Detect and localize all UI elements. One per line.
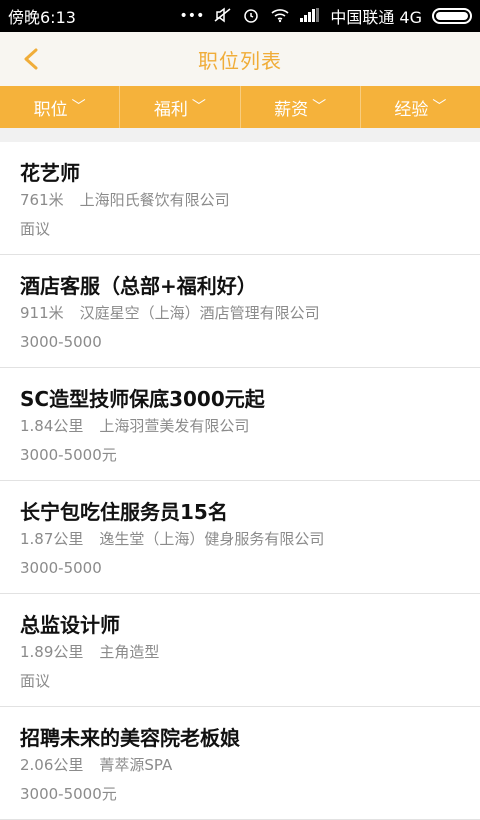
job-meta: 1.87公里 逸生堂（上海）健身服务有限公司	[20, 527, 460, 551]
back-button[interactable]	[14, 42, 48, 76]
job-distance: 1.87公里	[20, 530, 84, 548]
filter-position[interactable]: 职位 ﹀	[0, 86, 121, 128]
carrier-label: 中国联通 4G	[330, 8, 422, 27]
filter-label: 职位	[33, 99, 68, 120]
job-list: 花艺师 761米 上海阳氏餐饮有限公司 面议 酒店客服（总部+福利好） 911米汉…	[0, 142, 480, 820]
job-meta: 911米 汉庭星空（上海）酒店管理有限公司	[20, 301, 460, 325]
mute-icon	[214, 7, 232, 26]
job-title: 花艺师	[20, 161, 80, 185]
job-salary: 3000-5000	[20, 333, 102, 351]
job-company: 逸生堂（上海）健身服务有限公司	[99, 530, 325, 548]
app-header: 职位列表	[0, 32, 480, 86]
job-title: 长宁包吃住服务员15名	[20, 500, 228, 524]
alarm-icon	[242, 6, 260, 27]
job-salary: 3000-5000	[20, 559, 102, 577]
job-salary: 面议	[20, 220, 51, 238]
filter-label: 经验	[394, 99, 429, 120]
filter-label: 福利	[153, 99, 188, 120]
job-title: 总监设计师	[20, 613, 120, 637]
job-list-item[interactable]: SC造型技师保底3000元起 1.84公里 上海羽萱美发有限公司 3000-500…	[0, 368, 480, 481]
filter-label: 薪资	[274, 99, 309, 120]
battery-icon	[432, 8, 472, 24]
page-title: 职位列表	[198, 48, 282, 73]
job-list-item[interactable]: 总监设计师 1.89公里 主角造型 面议	[0, 594, 480, 707]
status-bar: 傍晚6:13 ••• 中国联通 4G	[0, 0, 480, 32]
job-distance: 911米	[20, 304, 64, 322]
filter-salary[interactable]: 薪资 ﹀	[241, 86, 361, 128]
filter-bar: 职位 ﹀ 福利 ﹀ 薪资 ﹀ 经验 ﹀	[0, 86, 480, 128]
job-meta: 761米 上海阳氏餐饮有限公司	[20, 188, 460, 212]
section-divider	[0, 128, 480, 142]
signal-icon	[300, 7, 320, 25]
more-dots-icon: •••	[179, 8, 205, 24]
job-salary: 3000-5000元	[20, 446, 117, 464]
job-distance: 761米	[20, 191, 64, 209]
job-company: 上海阳氏餐饮有限公司	[79, 191, 230, 209]
job-title: 酒店客服（总部+福利好）	[20, 274, 257, 298]
job-salary: 3000-5000元	[20, 785, 117, 803]
job-meta: 1.89公里 主角造型	[20, 640, 460, 664]
filter-experience[interactable]: 经验 ﹀	[361, 86, 480, 128]
job-distance: 1.89公里	[20, 643, 84, 661]
chevron-down-icon: ﹀	[191, 99, 206, 115]
job-distance: 1.84公里	[20, 417, 84, 435]
job-company: 上海羽萱美发有限公司	[99, 417, 250, 435]
job-title: SC造型技师保底3000元起	[20, 387, 265, 411]
chevron-down-icon: ﹀	[71, 99, 86, 115]
job-list-item[interactable]: 酒店客服（总部+福利好） 911米 汉庭星空（上海）酒店管理有限公司 3000-5…	[0, 255, 480, 368]
chevron-left-icon	[24, 48, 38, 70]
job-meta: 2.06公里 菁萃源SPA	[20, 753, 460, 777]
job-title: 招聘未来的美容院老板娘	[20, 726, 240, 750]
filter-benefits[interactable]: 福利 ﹀	[120, 86, 241, 128]
job-company: 汉庭星空（上海）酒店管理有限公司	[79, 304, 320, 322]
job-company: 菁萃源SPA	[99, 756, 173, 774]
job-salary: 面议	[20, 672, 51, 690]
status-time: 傍晚6:13	[8, 8, 76, 27]
chevron-down-icon: ﹀	[312, 99, 327, 115]
job-list-item[interactable]: 长宁包吃住服务员15名 1.87公里 逸生堂（上海）健身服务有限公司 3000-5…	[0, 481, 480, 594]
job-company: 主角造型	[99, 643, 160, 661]
job-meta: 1.84公里 上海羽萱美发有限公司	[20, 414, 460, 438]
job-distance: 2.06公里	[20, 756, 84, 774]
job-list-item[interactable]: 花艺师 761米 上海阳氏餐饮有限公司 面议	[0, 142, 480, 255]
chevron-down-icon: ﹀	[432, 99, 447, 115]
wifi-icon	[270, 7, 290, 26]
job-list-item[interactable]: 招聘未来的美容院老板娘 2.06公里 菁萃源SPA 3000-5000元	[0, 707, 480, 820]
